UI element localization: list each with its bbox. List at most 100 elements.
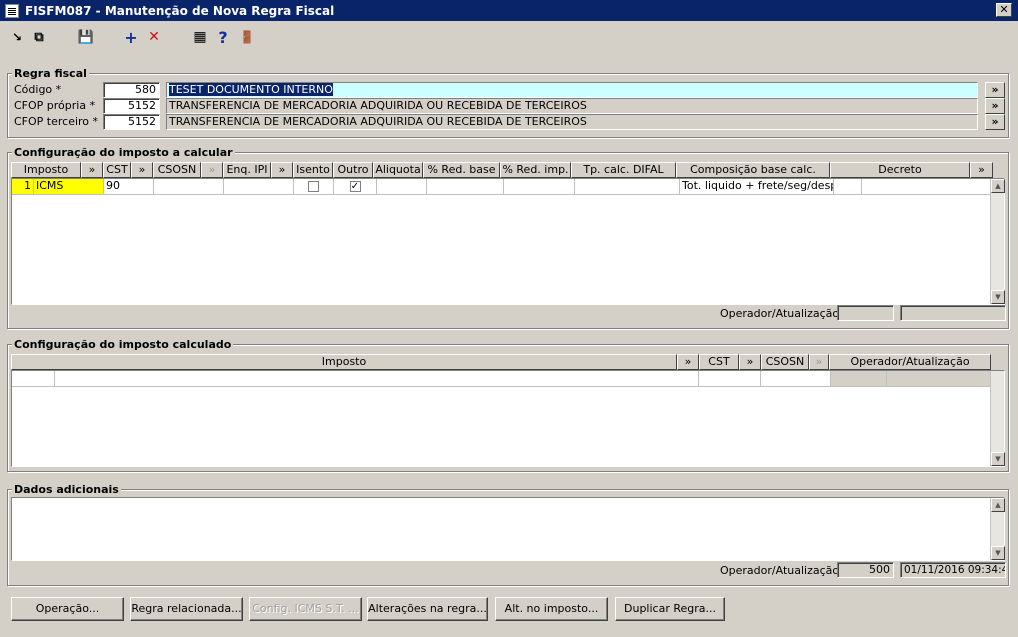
- col-aliquota[interactable]: Aliquota: [373, 162, 423, 178]
- col-decreto-lookup[interactable]: »: [970, 162, 993, 178]
- duplicar-regra-button[interactable]: Duplicar Regra...: [615, 597, 725, 621]
- calculado-grid: ▼: [11, 370, 1005, 467]
- codigo-lookup-button[interactable]: »: [985, 82, 1005, 98]
- calc-operador-label: Operador/Atualização: [720, 307, 840, 320]
- scroll-up-icon[interactable]: ▲: [991, 179, 1005, 193]
- cfop-propria-label: CFOP própria *: [14, 99, 96, 112]
- adicionais-atualizacao-field: 01/11/2016 09:34:48: [900, 562, 1006, 578]
- tp-difal-cell[interactable]: [575, 179, 680, 195]
- scroll-down-icon[interactable]: ▼: [991, 452, 1005, 466]
- adicionais-operador-field: 500: [837, 562, 894, 578]
- config-icms-st-button[interactable]: Config. ICMS S.T. ...: [249, 597, 362, 621]
- alteracoes-regra-button[interactable]: Alterações na regra...: [367, 597, 488, 621]
- regra-fiscal-title: Regra fiscal: [12, 67, 89, 80]
- dados-adicionais-title: Dados adicionais: [12, 483, 121, 496]
- regra-relacionada-button[interactable]: Regra relacionada...: [130, 597, 243, 621]
- cst-cell[interactable]: 90: [104, 179, 154, 195]
- scroll-down-icon[interactable]: ▼: [991, 290, 1005, 304]
- col-csosn[interactable]: CSOSN: [153, 162, 201, 178]
- col-tp-difal[interactable]: Tp. calc. DIFAL: [571, 162, 676, 178]
- row-seq: 1: [12, 179, 34, 195]
- app-icon: [5, 3, 19, 18]
- calc-imposto-cell[interactable]: [55, 371, 699, 387]
- cfop-terceiro-lookup-button[interactable]: »: [985, 114, 1005, 130]
- cfop-propria-description: TRANSFERENCIA DE MERCADORIA ADQUIRIDA OU…: [166, 98, 978, 114]
- col-cst[interactable]: CST: [103, 162, 131, 178]
- outro-checkbox[interactable]: ✓: [349, 181, 361, 192]
- scroll-up-icon[interactable]: ▲: [991, 498, 1005, 512]
- help-icon[interactable]: ?: [214, 27, 232, 47]
- dados-adicionais-textarea[interactable]: ▲ ▼: [11, 497, 1005, 561]
- col-red-imp[interactable]: % Red. imp.: [500, 162, 571, 178]
- save-icon[interactable]: 💾: [76, 27, 96, 47]
- calc-csosn-cell[interactable]: [761, 371, 831, 387]
- calendar-icon[interactable]: ▦: [190, 27, 210, 47]
- calc-atualizacao-field: [900, 305, 1006, 321]
- isento-checkbox[interactable]: [308, 181, 319, 192]
- red-base-cell[interactable]: [427, 179, 504, 195]
- col-calc-cst[interactable]: CST: [699, 354, 739, 370]
- copy-icon[interactable]: ⧉: [30, 27, 48, 47]
- calc-atualizacao-cell: [887, 371, 992, 387]
- col-outro[interactable]: Outro: [333, 162, 373, 178]
- decreto-cell[interactable]: [862, 179, 994, 195]
- window-title: FISFM087 - Manutenção de Nova Regra Fisc…: [25, 3, 335, 18]
- exit-icon[interactable]: 🚪: [237, 27, 257, 47]
- close-button[interactable]: ✕: [996, 3, 1012, 17]
- delete-icon[interactable]: ✕: [145, 27, 163, 47]
- col-calc-cst-lookup[interactable]: »: [739, 354, 761, 370]
- col-cst-lookup[interactable]: »: [131, 162, 153, 178]
- calc-operador-field: [837, 305, 894, 321]
- col-calc-operador[interactable]: Operador/Atualização: [829, 354, 991, 370]
- imposto-calcular-title: Configuração do imposto a calcular: [12, 146, 235, 159]
- col-enq-ipi[interactable]: Enq. IPI: [223, 162, 271, 178]
- calc-grid-header: Imposto » CST » CSOSN » Enq. IPI » Isent…: [11, 162, 993, 178]
- calculado-grid-header: Imposto » CST » CSOSN » Operador/Atualiz…: [11, 354, 993, 370]
- table-row[interactable]: 1 ICMS 90 ✓ Tot. liquido + frete/seg/des…: [12, 179, 1004, 195]
- isento-cell: [294, 179, 334, 195]
- decreto-code-cell[interactable]: [834, 179, 862, 195]
- alt-imposto-button[interactable]: Alt. no imposto...: [495, 597, 608, 621]
- title-bar: FISFM087 - Manutenção de Nova Regra Fisc…: [0, 0, 1018, 21]
- calculado-scrollbar[interactable]: ▼: [990, 371, 1005, 466]
- navigate-icon[interactable]: ↘: [8, 27, 26, 47]
- col-isento[interactable]: Isento: [293, 162, 333, 178]
- aliquota-cell[interactable]: [377, 179, 427, 195]
- col-enq-ipi-lookup[interactable]: »: [271, 162, 293, 178]
- scroll-down-icon[interactable]: ▼: [991, 546, 1005, 560]
- operacao-button[interactable]: Operação...: [11, 597, 124, 621]
- col-calc-csosn-lookup[interactable]: »: [809, 354, 829, 370]
- calc-cst-cell[interactable]: [699, 371, 761, 387]
- col-calc-imposto[interactable]: Imposto: [11, 354, 677, 370]
- col-imposto[interactable]: Imposto: [11, 162, 81, 178]
- adicionais-scrollbar[interactable]: ▲ ▼: [990, 498, 1005, 560]
- red-imp-cell[interactable]: [504, 179, 575, 195]
- calc-operador-cell: [831, 371, 887, 387]
- col-decreto[interactable]: Decreto: [830, 162, 970, 178]
- col-calc-csosn[interactable]: CSOSN: [761, 354, 809, 370]
- calc-grid: 1 ICMS 90 ✓ Tot. liquido + frete/seg/des…: [11, 178, 1005, 305]
- col-imposto-lookup[interactable]: »: [81, 162, 103, 178]
- cfop-propria-field[interactable]: 5152: [103, 98, 160, 114]
- composicao-cell[interactable]: Tot. liquido + frete/seg/desp: [680, 179, 834, 195]
- codigo-description-text: TESET DOCUMENTO INTERNO: [169, 83, 333, 96]
- calc-scrollbar[interactable]: ▲ ▼: [990, 179, 1005, 304]
- outro-cell: ✓: [334, 179, 377, 195]
- enq-ipi-cell[interactable]: [224, 179, 294, 195]
- add-icon[interactable]: +: [122, 27, 140, 47]
- codigo-description[interactable]: TESET DOCUMENTO INTERNO: [166, 82, 978, 98]
- col-csosn-lookup[interactable]: »: [201, 162, 223, 178]
- col-red-base[interactable]: % Red. base: [423, 162, 500, 178]
- col-calc-imposto-lookup[interactable]: »: [677, 354, 699, 370]
- cfop-terceiro-description: TRANSFERENCIA DE MERCADORIA ADQUIRIDA OU…: [166, 114, 978, 130]
- cfop-propria-lookup-button[interactable]: »: [985, 98, 1005, 114]
- col-composicao[interactable]: Composição base calc.: [676, 162, 830, 178]
- imposto-cell[interactable]: ICMS: [34, 179, 104, 195]
- adicionais-operador-label: Operador/Atualização: [720, 564, 840, 577]
- table-row[interactable]: [12, 371, 1004, 387]
- csosn-cell[interactable]: [154, 179, 224, 195]
- calc-seq-cell[interactable]: [12, 371, 55, 387]
- cfop-terceiro-field[interactable]: 5152: [103, 114, 160, 130]
- codigo-field[interactable]: 580: [103, 82, 160, 98]
- cfop-terceiro-label: CFOP terceiro *: [14, 115, 99, 128]
